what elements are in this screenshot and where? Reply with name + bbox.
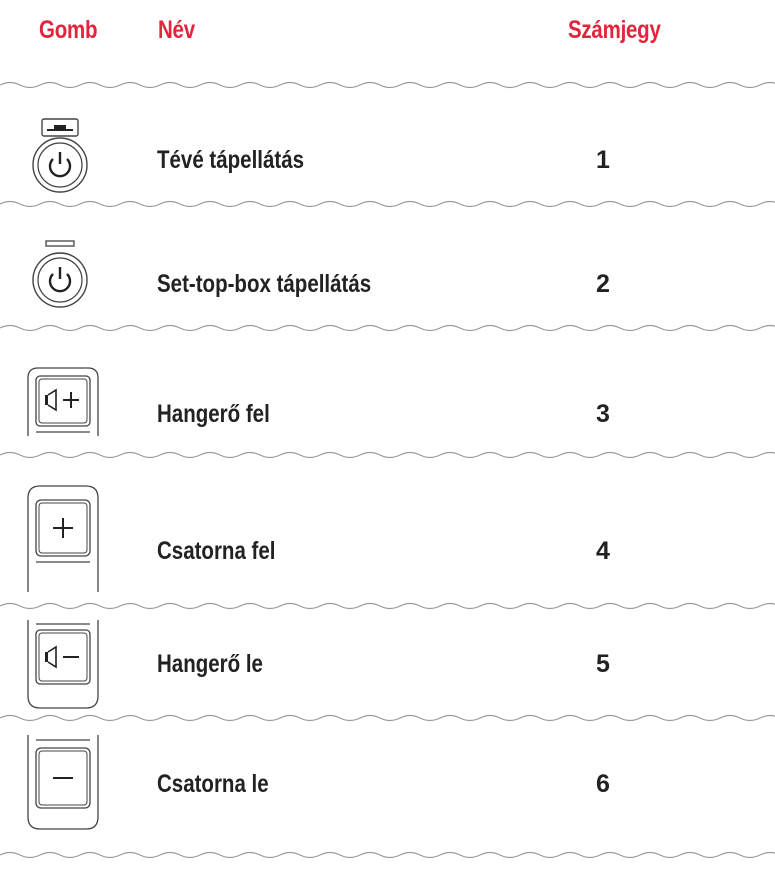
row-digit: 1 <box>596 146 610 174</box>
header-szamjegy: Számjegy <box>568 16 661 44</box>
row-name: Csatorna le <box>157 770 269 798</box>
separator-line <box>0 714 775 722</box>
channel-up-icon <box>26 484 100 599</box>
separator-line <box>0 451 775 459</box>
row-digit: 5 <box>596 650 610 678</box>
row-name: Hangerő le <box>157 650 263 678</box>
row-digit: 4 <box>596 537 610 565</box>
row-digit: 3 <box>596 400 610 428</box>
header-gomb: Gomb <box>39 16 98 44</box>
row-digit: 6 <box>596 770 610 798</box>
row-name: Set-top-box tápellátás <box>157 270 372 298</box>
stb-power-icon <box>30 240 90 315</box>
channel-down-icon <box>26 735 100 836</box>
row-name: Tévé tápellátás <box>157 146 304 174</box>
volume-up-icon <box>26 366 100 441</box>
row-name: Hangerő fel <box>157 400 270 428</box>
row-name: Csatorna fel <box>157 537 276 565</box>
header-nev: Név <box>158 16 195 44</box>
volume-down-icon <box>26 620 100 715</box>
separator-line <box>0 602 775 610</box>
separator-line <box>0 200 775 208</box>
separator-line <box>0 81 775 89</box>
tv-power-icon <box>30 118 90 199</box>
row-digit: 2 <box>596 270 610 298</box>
separator-line <box>0 324 775 332</box>
separator-line <box>0 851 775 859</box>
